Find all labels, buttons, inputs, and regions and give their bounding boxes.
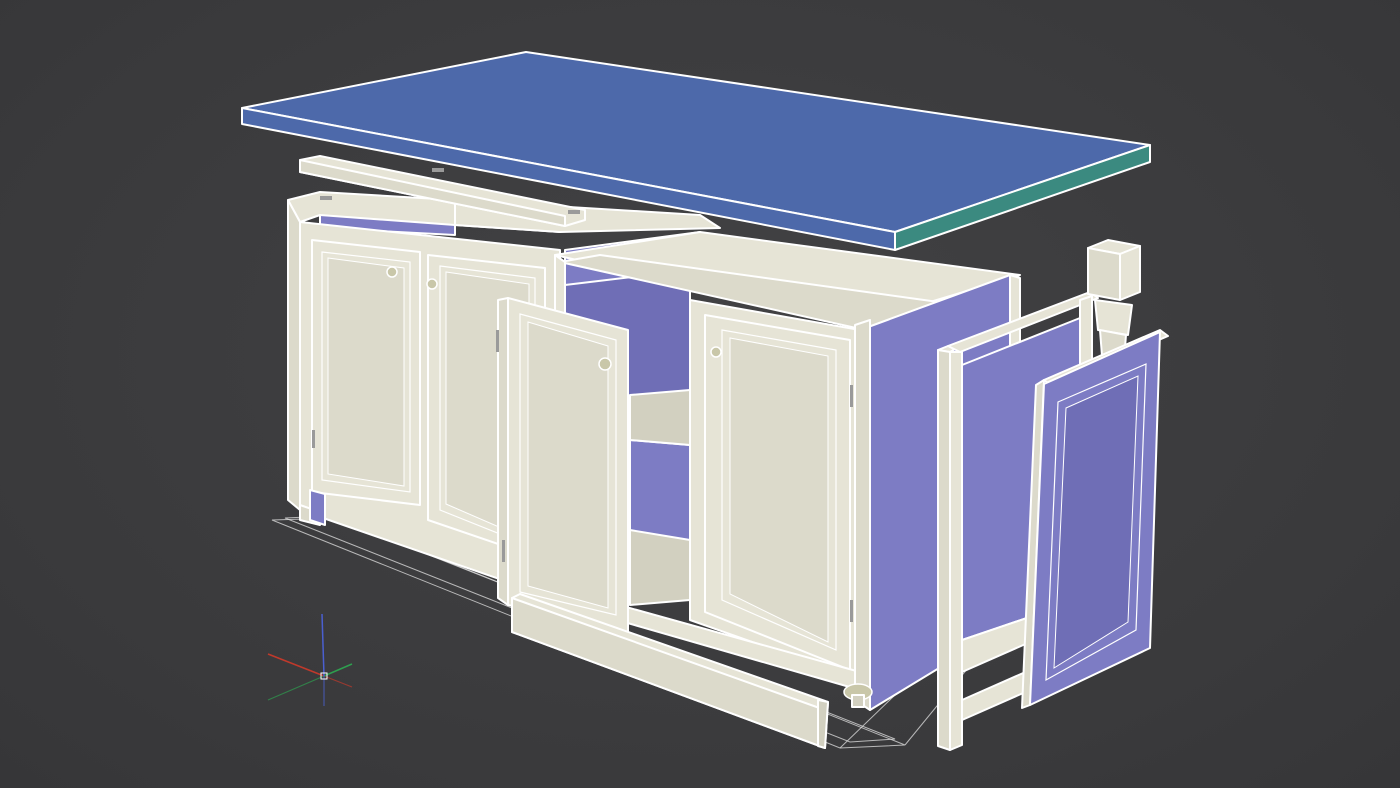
axis-gizmo[interactable] — [267, 613, 353, 706]
door-knob — [386, 266, 398, 278]
z-axis-line — [321, 613, 325, 677]
open-door[interactable] — [497, 297, 629, 633]
x-axis-line — [267, 653, 325, 677]
door-knob — [426, 278, 438, 290]
door-knob — [598, 357, 612, 371]
side-door-panel[interactable] — [1021, 329, 1169, 709]
cabinet-model-scene[interactable] — [0, 0, 1400, 788]
3d-viewport[interactable] — [0, 0, 1400, 788]
y-axis-line — [323, 663, 353, 677]
door-knob — [710, 346, 722, 358]
